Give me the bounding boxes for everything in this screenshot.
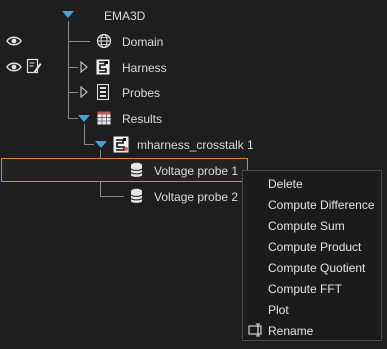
- expand-arrow-icon[interactable]: [61, 10, 75, 20]
- expand-arrow-icon[interactable]: [94, 140, 108, 150]
- menu-item-compute-quotient[interactable]: Compute Quotient: [268, 261, 365, 275]
- database-icon: [130, 162, 143, 178]
- menu-item-compute-sum[interactable]: Compute Sum: [268, 219, 345, 233]
- menu-item-plot[interactable]: Plot: [268, 303, 289, 317]
- menu-item-delete[interactable]: Delete: [268, 177, 303, 191]
- tree-line: [68, 92, 78, 93]
- menu-item-compute-fft[interactable]: Compute FFT: [268, 282, 342, 296]
- menu-item-compute-difference[interactable]: Compute Difference: [268, 198, 375, 212]
- tree-line: [68, 21, 69, 118]
- tree-item-ema3d[interactable]: EMA3D: [104, 9, 145, 23]
- crosstalk-icon: [113, 136, 129, 153]
- tree-panel: EMA3D Domain Harness Probes Results mhar…: [0, 0, 387, 349]
- rename-icon: [248, 323, 264, 337]
- tree-item-crosstalk[interactable]: mharness_crosstalk 1: [137, 138, 254, 152]
- tree-line: [84, 124, 85, 144]
- expand-arrow-icon[interactable]: [77, 114, 91, 124]
- eye-icon[interactable]: [6, 61, 22, 73]
- menu-item-rename[interactable]: Rename: [268, 324, 313, 338]
- harness-icon: [96, 59, 110, 75]
- tree-item-voltage-probe-1[interactable]: Voltage probe 1: [154, 164, 238, 178]
- tree-item-voltage-probe-2[interactable]: Voltage probe 2: [154, 190, 238, 204]
- expand-collapsed-icon[interactable]: [80, 61, 88, 73]
- results-table-icon: [97, 111, 111, 125]
- probes-icon: [97, 84, 109, 100]
- tree-line: [100, 196, 124, 197]
- tree-item-harness[interactable]: Harness: [122, 61, 167, 75]
- tree-line: [84, 144, 94, 145]
- menu-item-compute-product[interactable]: Compute Product: [268, 240, 361, 254]
- eye-icon[interactable]: [6, 35, 22, 47]
- tree-item-probes[interactable]: Probes: [122, 86, 160, 100]
- database-icon: [130, 188, 143, 204]
- tree-line: [68, 67, 78, 68]
- globe-icon: [96, 33, 112, 49]
- edit-icon[interactable]: [26, 58, 42, 75]
- tree-line: [68, 41, 90, 42]
- expand-collapsed-icon[interactable]: [80, 86, 88, 98]
- tree-item-results[interactable]: Results: [122, 112, 162, 126]
- context-menu: Delete Compute Difference Compute Sum Co…: [242, 170, 382, 341]
- tree-item-domain[interactable]: Domain: [122, 35, 163, 49]
